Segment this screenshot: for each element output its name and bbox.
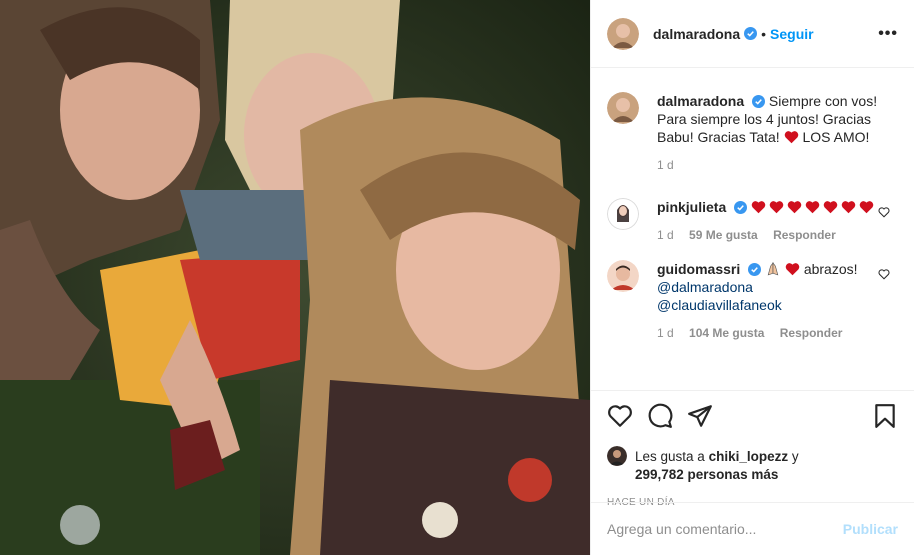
like-comment-heart-icon[interactable] xyxy=(878,268,890,280)
comment-username[interactable]: guidomassri xyxy=(657,261,740,277)
save-bookmark-icon[interactable] xyxy=(872,403,898,429)
more-options-icon[interactable]: ••• xyxy=(878,25,898,43)
red-heart-emoji-icon xyxy=(859,201,874,214)
verified-badge-icon xyxy=(752,95,766,108)
action-icons xyxy=(607,403,898,429)
red-heart-emoji-icon xyxy=(784,131,798,144)
red-heart-emoji-icon xyxy=(769,201,784,214)
comments-list: dalmaradona Siempre con vos! Para siempr… xyxy=(591,68,914,390)
comment-input[interactable] xyxy=(607,521,843,537)
liker-username[interactable]: chiki_lopezz xyxy=(709,449,789,464)
verified-badge-icon xyxy=(748,263,762,276)
comment-username[interactable]: pinkjulieta xyxy=(657,199,726,215)
red-heart-emoji-icon xyxy=(805,201,820,214)
caption-username[interactable]: dalmaradona xyxy=(657,93,744,109)
comment-likes[interactable]: 104 Me gusta xyxy=(689,326,764,340)
verified-badge-icon xyxy=(734,201,748,214)
praying-hands-emoji-icon xyxy=(767,261,779,276)
comment-meta: 1 d 59 Me gusta Responder xyxy=(657,226,877,244)
mention-link[interactable]: @claudiavillafaneok xyxy=(657,296,877,314)
comment-item: pinkjulieta 1 d 59 Me gusta Responder xyxy=(607,198,898,244)
liker-avatar[interactable] xyxy=(607,446,627,466)
likes-joiner: y xyxy=(791,449,799,464)
follow-button[interactable]: Seguir xyxy=(770,26,814,42)
reply-button[interactable]: Responder xyxy=(780,326,843,340)
red-heart-emoji-icon xyxy=(841,201,856,214)
caption-text-end: LOS AMO! xyxy=(802,129,870,145)
publish-button[interactable]: Publicar xyxy=(843,521,898,537)
mention-link[interactable]: @dalmaradona xyxy=(657,278,877,296)
likes-count[interactable]: 299,782 personas más xyxy=(635,467,778,482)
red-heart-emoji-icon xyxy=(823,201,838,214)
comment-meta: 1 d 104 Me gusta Responder xyxy=(657,324,877,342)
selfie-photo-illustration xyxy=(0,0,590,555)
post-actions: Les gusta a chiki_lopezz y 299,782 perso… xyxy=(591,390,914,508)
caption-meta: 1 d xyxy=(657,156,887,174)
comment-avatar[interactable] xyxy=(607,260,639,292)
author-avatar[interactable] xyxy=(607,17,639,50)
post-header: dalmaradona • Seguir ••• xyxy=(591,0,914,68)
comment-item: guidomassri abrazos! @dalmaradona @claud… xyxy=(607,260,898,342)
heart-emojis xyxy=(751,199,877,215)
like-heart-icon[interactable] xyxy=(607,403,633,429)
likes-summary: Les gusta a chiki_lopezz y 299,782 perso… xyxy=(607,446,898,484)
red-heart-emoji-icon xyxy=(751,201,766,214)
share-paper-plane-icon[interactable] xyxy=(687,403,713,429)
red-heart-emoji-icon xyxy=(785,263,800,276)
caption-time[interactable]: 1 d xyxy=(657,158,674,172)
comment-avatar[interactable] xyxy=(607,198,639,230)
add-comment-bar: Publicar xyxy=(591,502,914,555)
verified-badge-icon xyxy=(744,27,758,40)
comment-time[interactable]: 1 d xyxy=(657,228,674,242)
post-photo[interactable] xyxy=(0,0,590,555)
comment-likes[interactable]: 59 Me gusta xyxy=(689,228,758,242)
red-heart-emoji-icon xyxy=(787,201,802,214)
caption-avatar[interactable] xyxy=(607,92,639,124)
comment-time[interactable]: 1 d xyxy=(657,326,674,340)
caption-row: dalmaradona Siempre con vos! Para siempr… xyxy=(607,92,898,174)
separator-dot: • xyxy=(761,25,767,42)
likes-prefix: Les gusta a xyxy=(635,449,705,464)
author-username[interactable]: dalmaradona xyxy=(653,26,740,42)
comment-text: abrazos! xyxy=(803,261,858,277)
comment-bubble-icon[interactable] xyxy=(647,403,673,429)
post-sidebar: dalmaradona • Seguir ••• dalmaradona Sie… xyxy=(590,0,914,555)
like-comment-heart-icon[interactable] xyxy=(878,206,890,218)
reply-button[interactable]: Responder xyxy=(773,228,836,242)
